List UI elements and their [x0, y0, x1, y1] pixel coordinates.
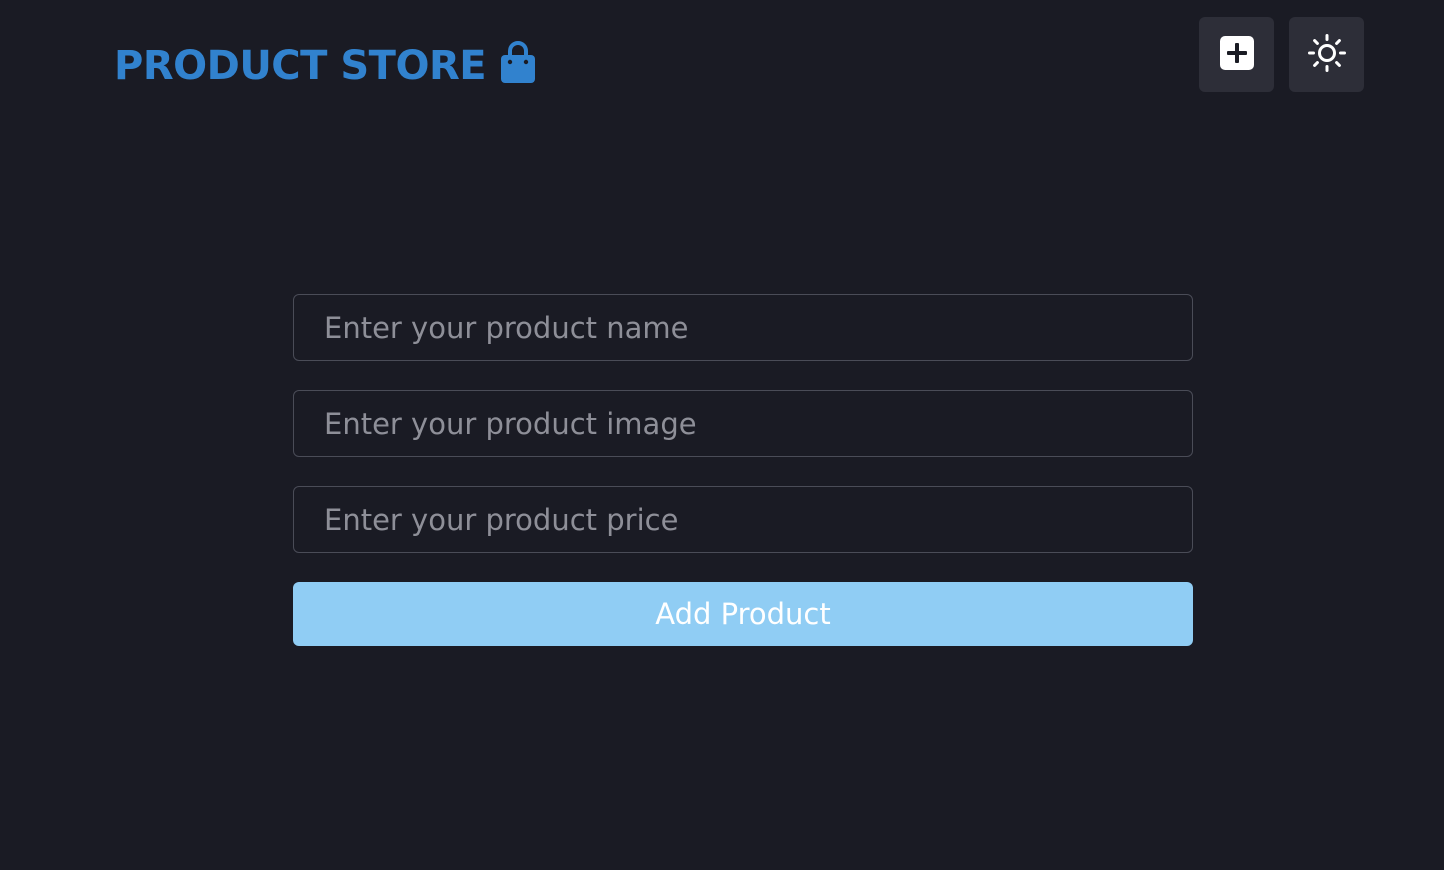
- navbar: PRODUCT STORE: [0, 0, 1444, 110]
- product-price-input[interactable]: [293, 486, 1193, 553]
- add-product-button[interactable]: Add Product: [293, 582, 1193, 646]
- product-name-input[interactable]: [293, 294, 1193, 361]
- sun-icon: [1307, 33, 1347, 76]
- toggle-theme-button[interactable]: [1289, 17, 1364, 92]
- create-product-button[interactable]: [1199, 17, 1274, 92]
- product-image-input[interactable]: [293, 390, 1193, 457]
- brand-link[interactable]: PRODUCT STORE: [114, 38, 538, 94]
- shopping-bag-icon: [498, 41, 538, 85]
- brand-title: PRODUCT STORE: [114, 43, 487, 89]
- create-product-form: Add Product: [293, 294, 1193, 646]
- plus-square-icon: [1219, 35, 1255, 74]
- app-root: PRODUCT STORE Enter your product name En…: [0, 0, 1444, 870]
